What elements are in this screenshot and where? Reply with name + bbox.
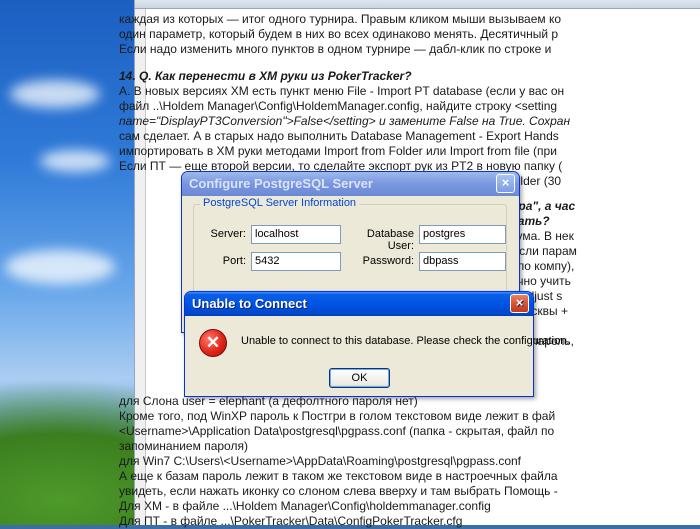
port-input[interactable]: 5432 — [251, 252, 341, 271]
server-label: Server: — [210, 228, 246, 240]
doc-line: импортировать в ХМ руки методами Import … — [119, 144, 557, 158]
doc-line: увидеть, если нажать иконку со слоном сл… — [119, 484, 558, 498]
document-window-topbar — [135, 0, 700, 9]
doc-line: Кроме того, под WinXP пароль к Постгри в… — [119, 409, 556, 423]
database-user-label: Database User: — [366, 228, 414, 252]
doc-line: сам сделает. А в старых надо выполнить D… — [119, 129, 559, 143]
faq-question-14: 14. Q. Как перенести в ХМ руки из PokerT… — [119, 69, 412, 83]
password-label: Password: — [362, 255, 414, 267]
wallpaper-cloud — [10, 80, 100, 108]
wallpaper-cloud — [40, 150, 110, 172]
doc-line: <Username>\Application Data\postgresql\p… — [119, 424, 555, 438]
close-icon: × — [501, 175, 510, 190]
doc-line: Если надо изменить много пунктов в одном… — [119, 42, 552, 56]
database-user-input[interactable]: postgres — [419, 225, 506, 244]
password-input[interactable]: dbpass — [419, 252, 506, 271]
wallpaper-cloud — [5, 250, 115, 284]
configure-dialog-title: Configure PostgreSQL Server — [189, 176, 373, 191]
server-info-group: PostgreSQL Server Information Server: lo… — [193, 197, 507, 304]
error-dialog-titlebar[interactable]: Unable to Connect × — [185, 292, 533, 316]
doc-line: A. В новых версиях ХМ есть пункт меню Fi… — [119, 84, 565, 98]
doc-line: Для ПТ - в файле ...\PokerTracker\Data\C… — [119, 514, 463, 528]
error-dialog-title: Unable to Connect — [192, 296, 307, 311]
error-icon: ✕ — [199, 329, 227, 357]
close-icon: × — [515, 295, 524, 310]
port-label: Port: — [222, 255, 246, 267]
doc-line: name="DisplayPT3Conversion">False</setti… — [119, 114, 571, 128]
doc-line: Для ХМ - в файле ...\Holdem Manager\Conf… — [119, 499, 491, 513]
configure-dialog-titlebar[interactable]: Configure PostgreSQL Server × — [182, 172, 519, 196]
doc-line: каждая из которых — итог одного турнира.… — [119, 12, 562, 26]
error-dialog-close-button[interactable]: × — [510, 294, 529, 313]
doc-line: файл ..\Holdem Manager\Config\HoldemMana… — [119, 99, 558, 113]
doc-line: для Win7 C:\Users\<Username>\AppData\Roa… — [119, 454, 522, 468]
ok-button[interactable]: OK — [329, 368, 390, 388]
unable-to-connect-dialog: Unable to Connect × ✕ Unable to connect … — [184, 291, 569, 397]
doc-line: один параметр, который будем в них во вс… — [119, 27, 559, 41]
doc-line: А еще к базам пароль лежит в таком же те… — [119, 469, 558, 483]
error-message: Unable to connect to this database. Plea… — [241, 335, 570, 347]
server-info-group-label: PostgreSQL Server Information — [200, 197, 360, 209]
doc-line: запоминанием пароля) — [119, 439, 248, 453]
server-input[interactable]: localhost — [251, 225, 341, 244]
configure-dialog-close-button[interactable]: × — [496, 174, 515, 193]
